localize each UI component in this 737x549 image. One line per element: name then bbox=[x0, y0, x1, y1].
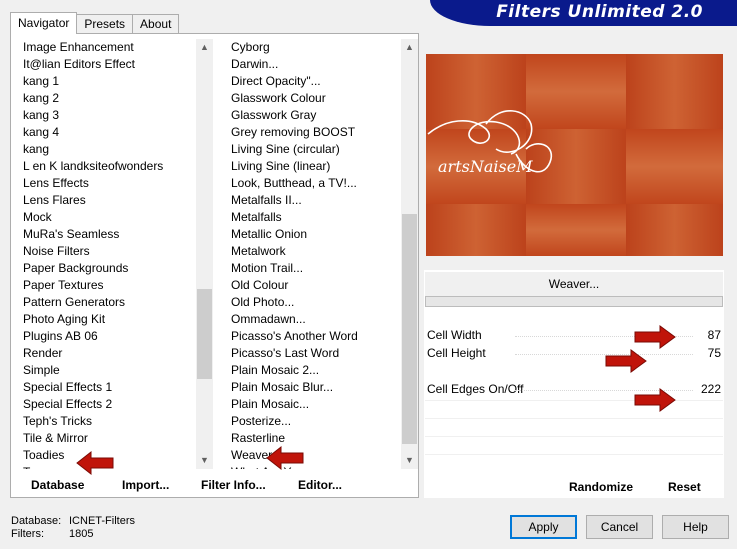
filter-list-item[interactable]: Picasso's Another Word bbox=[225, 328, 400, 345]
category-list-item[interactable]: MuRa's Seamless bbox=[17, 226, 197, 243]
category-list-item[interactable]: Tile & Mirror bbox=[17, 430, 197, 447]
category-list-item[interactable]: Image Enhancement bbox=[17, 39, 197, 56]
arrow-right-icon bbox=[634, 388, 676, 412]
category-list-item[interactable]: kang 2 bbox=[17, 90, 197, 107]
filter-list-item[interactable]: Living Sine (linear) bbox=[225, 158, 400, 175]
param-cell-width[interactable]: Cell Width 87 bbox=[425, 327, 723, 345]
watermark-text: artsNaiseM bbox=[438, 157, 533, 176]
param-value: 222 bbox=[700, 382, 721, 396]
status-database: Database: ICNET-Filters bbox=[11, 515, 135, 527]
category-list-item[interactable]: Special Effects 1 bbox=[17, 379, 197, 396]
import-button[interactable]: Import... bbox=[122, 478, 169, 492]
filter-list-item[interactable]: Rasterline bbox=[225, 430, 400, 447]
filter-list-item[interactable]: Metallic Onion bbox=[225, 226, 400, 243]
filter-list-item[interactable]: Metalfalls II... bbox=[225, 192, 400, 209]
filter-list-item[interactable]: Glasswork Colour bbox=[225, 90, 400, 107]
database-button[interactable]: Database bbox=[31, 478, 84, 492]
category-list-item[interactable]: kang 3 bbox=[17, 107, 197, 124]
filter-list-item[interactable]: Posterize... bbox=[225, 413, 400, 430]
scroll-up-icon[interactable]: ▲ bbox=[401, 39, 418, 56]
scroll-up-icon[interactable]: ▲ bbox=[196, 39, 213, 56]
filter-list-item[interactable]: Look, Butthead, a TV!... bbox=[225, 175, 400, 192]
arrow-left-icon bbox=[76, 450, 114, 476]
filter-list-item[interactable]: Plain Mosaic Blur... bbox=[225, 379, 400, 396]
filter-info-button[interactable]: Filter Info... bbox=[201, 478, 266, 492]
reset-button[interactable]: Reset bbox=[668, 480, 701, 494]
param-value: 75 bbox=[707, 346, 721, 360]
scroll-thumb[interactable] bbox=[197, 289, 212, 379]
filter-list-item[interactable]: Weaver... bbox=[225, 447, 400, 464]
category-list-item[interactable]: Pattern Generators bbox=[17, 294, 197, 311]
category-list-item[interactable]: Photo Aging Kit bbox=[17, 311, 197, 328]
preview-weave-pattern: artsNaiseM bbox=[426, 54, 723, 256]
param-value: 87 bbox=[707, 328, 721, 342]
category-list-item[interactable]: Paper Backgrounds bbox=[17, 260, 197, 277]
filter-list-item[interactable]: Motion Trail... bbox=[225, 260, 400, 277]
preview-image: artsNaiseM bbox=[426, 54, 723, 256]
filter-list-item[interactable]: Darwin... bbox=[225, 56, 400, 73]
scroll-down-icon[interactable]: ▼ bbox=[196, 452, 213, 469]
param-label: Cell Width bbox=[427, 328, 482, 342]
category-scrollbar[interactable]: ▲ ▼ bbox=[196, 39, 213, 469]
category-list-item[interactable]: Special Effects 2 bbox=[17, 396, 197, 413]
filter-list-item[interactable]: Glasswork Gray bbox=[225, 107, 400, 124]
category-list-item[interactable]: L en K landksiteofwonders bbox=[17, 158, 197, 175]
param-label: Cell Height bbox=[427, 346, 486, 360]
param-cell-edges[interactable]: Cell Edges On/Off 222 bbox=[425, 381, 723, 399]
filter-list[interactable]: Cyborg Darwin... Direct Opacity"... Glasswo… bbox=[225, 39, 400, 469]
apply-button[interactable]: Apply bbox=[510, 515, 577, 539]
category-list-item[interactable]: Simple bbox=[17, 362, 197, 379]
arrow-left-icon bbox=[266, 445, 304, 471]
panel-button-bar: Database Import... Filter Info... Editor… bbox=[17, 478, 413, 496]
title-banner: Filters Unlimited 2.0 bbox=[430, 0, 737, 26]
filter-list-item[interactable]: Picasso's Last Word bbox=[225, 345, 400, 362]
category-list-item[interactable]: Plugins AB 06 bbox=[17, 328, 197, 345]
selected-filter-name: Weaver... bbox=[425, 272, 723, 296]
app-title: Filters Unlimited 2.0 bbox=[496, 2, 703, 22]
filter-list-item[interactable]: Grey removing BOOST bbox=[225, 124, 400, 141]
progress-bar bbox=[425, 296, 723, 307]
category-list-item[interactable]: Lens Flares bbox=[17, 192, 197, 209]
category-list-item[interactable]: Teph's Tricks bbox=[17, 413, 197, 430]
scroll-down-icon[interactable]: ▼ bbox=[401, 452, 418, 469]
editor-button[interactable]: Editor... bbox=[298, 478, 342, 492]
filter-list-item[interactable]: Plain Mosaic... bbox=[225, 396, 400, 413]
tab-presets[interactable]: Presets bbox=[76, 14, 134, 34]
category-list-item[interactable]: Mock bbox=[17, 209, 197, 226]
arrow-right-icon bbox=[605, 349, 647, 373]
filter-list-item[interactable]: Old Colour bbox=[225, 277, 400, 294]
scroll-thumb[interactable] bbox=[402, 214, 417, 444]
help-button[interactable]: Help bbox=[662, 515, 729, 539]
category-list-item[interactable]: Noise Filters bbox=[17, 243, 197, 260]
filter-scrollbar[interactable]: ▲ ▼ bbox=[401, 39, 418, 469]
filter-list-item[interactable]: Metalfalls bbox=[225, 209, 400, 226]
tab-navigator[interactable]: Navigator bbox=[10, 12, 78, 34]
filter-list-item[interactable]: What Are You... bbox=[225, 464, 400, 469]
cancel-button[interactable]: Cancel bbox=[586, 515, 653, 539]
category-list-item[interactable]: kang 4 bbox=[17, 124, 197, 141]
param-cell-height[interactable]: Cell Height 75 bbox=[425, 345, 723, 363]
category-list-item[interactable]: kang 1 bbox=[17, 73, 197, 90]
filter-list-item[interactable]: Living Sine (circular) bbox=[225, 141, 400, 158]
param-label: Cell Edges On/Off bbox=[427, 382, 524, 396]
category-list-item[interactable]: Render bbox=[17, 345, 197, 362]
filter-list-item[interactable]: Direct Opacity"... bbox=[225, 73, 400, 90]
tab-about[interactable]: About bbox=[132, 14, 180, 34]
filter-list-item[interactable]: Cyborg bbox=[225, 39, 400, 56]
category-list-item[interactable]: kang bbox=[17, 141, 197, 158]
category-list-item[interactable]: Paper Textures bbox=[17, 277, 197, 294]
status-filters: Filters: 1805 bbox=[11, 528, 94, 540]
category-list[interactable]: Image Enhancement It@lian Editors Effect k… bbox=[17, 39, 197, 469]
randomize-button[interactable]: Randomize bbox=[569, 480, 633, 494]
filter-list-item[interactable]: Metalwork bbox=[225, 243, 400, 260]
tab-bar: Navigator Presets About bbox=[10, 12, 180, 34]
category-list-item[interactable]: It@lian Editors Effect bbox=[17, 56, 197, 73]
category-list-item[interactable]: Lens Effects bbox=[17, 175, 197, 192]
filter-list-item[interactable]: Old Photo... bbox=[225, 294, 400, 311]
filter-list-item[interactable]: Ommadawn... bbox=[225, 311, 400, 328]
filter-list-item[interactable]: Plain Mosaic 2... bbox=[225, 362, 400, 379]
